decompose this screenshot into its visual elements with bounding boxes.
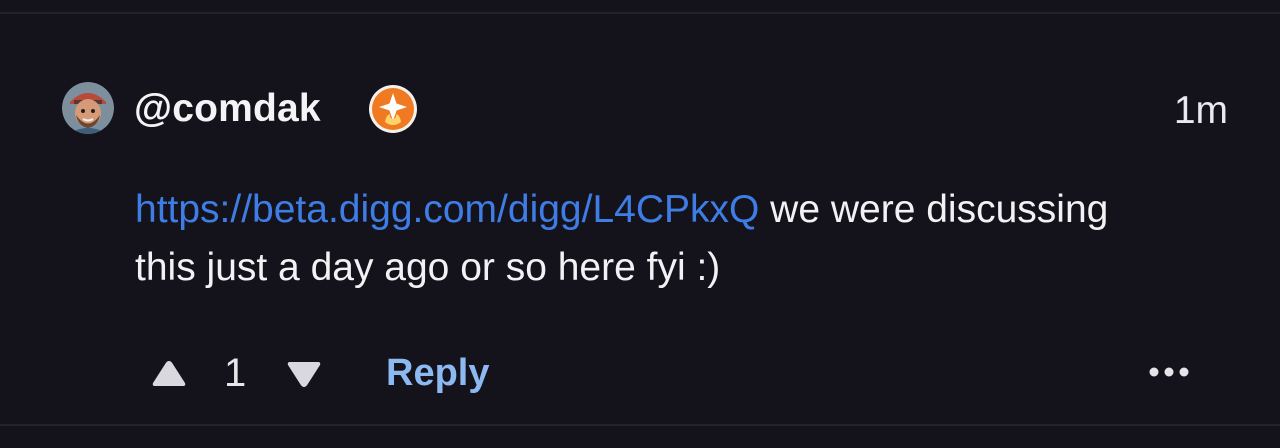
username[interactable]: @comdak	[134, 83, 321, 135]
top-divider	[0, 12, 1280, 14]
vote-count: 1	[224, 351, 247, 395]
avatar[interactable]	[62, 82, 114, 134]
flame-sparkle-badge-icon	[368, 84, 418, 134]
comment-view: @comdak 1m https://beta.digg.com/digg/L4…	[0, 0, 1280, 448]
more-options-button[interactable]	[1144, 362, 1194, 382]
reply-button[interactable]: Reply	[386, 348, 489, 398]
timestamp: 1m	[1173, 89, 1228, 132]
upvote-button[interactable]	[150, 358, 188, 388]
ellipsis-icon	[1149, 367, 1189, 377]
downvote-button[interactable]	[285, 360, 323, 390]
triangle-down-icon	[287, 362, 321, 387]
triangle-up-icon	[152, 361, 186, 386]
comment-body: https://beta.digg.com/digg/L4CPkxQ we we…	[135, 181, 1175, 297]
avatar-image	[62, 82, 114, 134]
comment-link[interactable]: https://beta.digg.com/digg/L4CPkxQ	[135, 188, 759, 231]
bottom-divider	[0, 424, 1280, 426]
